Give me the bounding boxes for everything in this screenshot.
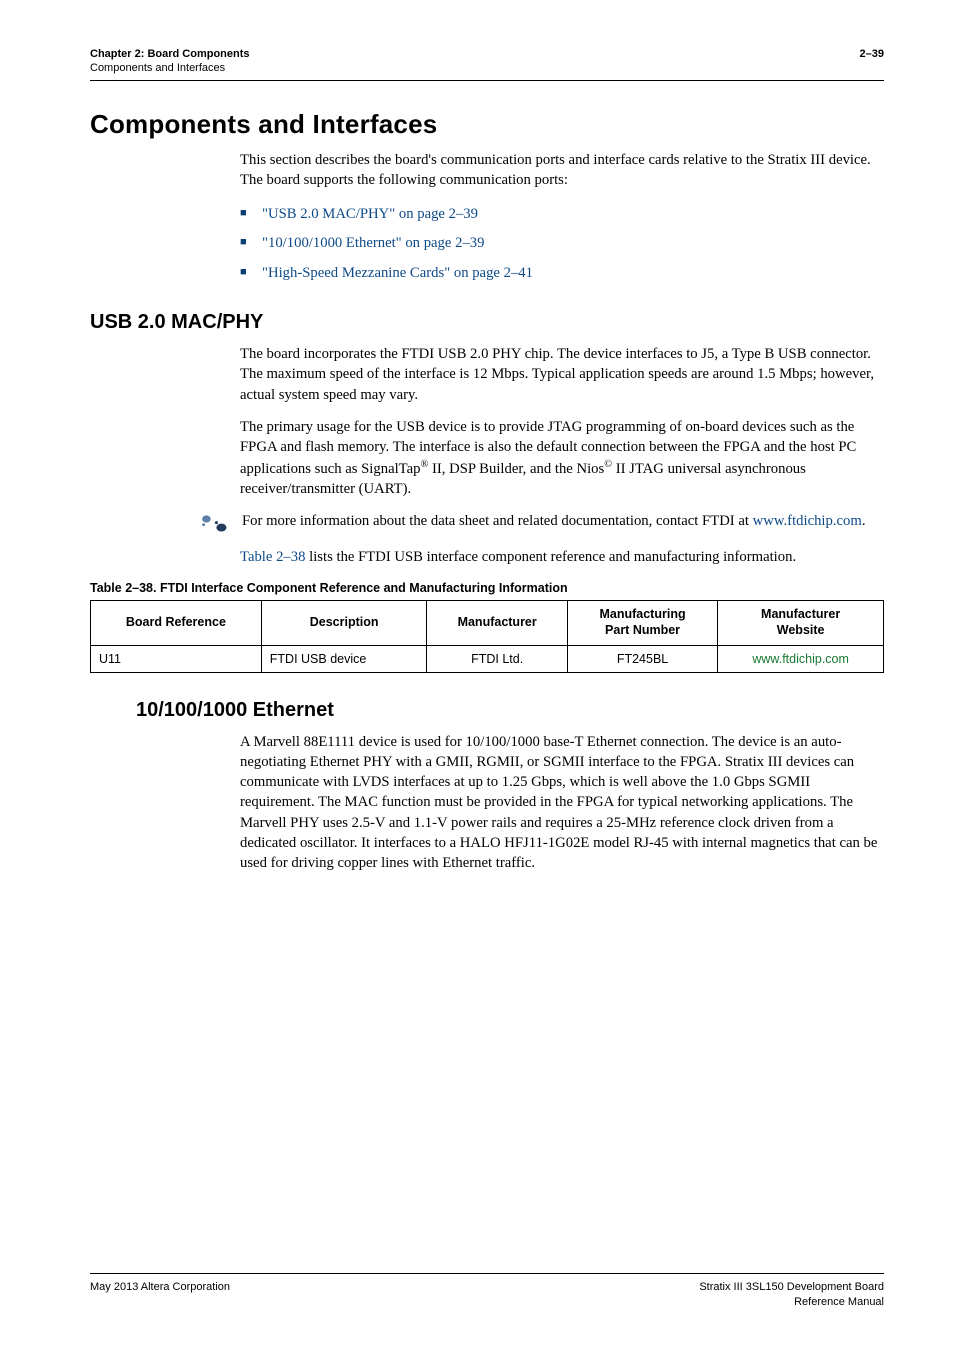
usb-note: For more information about the data shee… xyxy=(242,511,866,531)
section-bullets: "USB 2.0 MAC/PHY" on page 2–39 "10/100/1… xyxy=(240,203,884,286)
table-header-row: Board Reference Description Manufacturer… xyxy=(91,601,884,645)
td-site[interactable]: www.ftdichip.com xyxy=(718,645,884,672)
header-sub: Components and Interfaces xyxy=(90,62,884,74)
section-title: Components and Interfaces xyxy=(90,109,884,140)
footer-right-1: Stratix III 3SL150 Development Board xyxy=(699,1280,884,1295)
page-footer: May 2013 Altera Corporation Stratix III … xyxy=(90,1273,884,1310)
section-intro: This section describes the board's commu… xyxy=(240,150,884,191)
eth-para-1: A Marvell 88E1111 device is used for 10/… xyxy=(240,732,884,874)
th-part: Manufacturing Part Number xyxy=(567,601,717,645)
header-chapter: Chapter 2: Board Components xyxy=(90,48,250,60)
text: . xyxy=(862,513,866,529)
bullet-text: "10/100/1000 Ethernet" on page 2–39 xyxy=(262,235,484,251)
bullet-text: "USB 2.0 MAC/PHY" on page 2–39 xyxy=(262,206,478,222)
th-mfr: Manufacturer xyxy=(427,601,567,645)
text: lists the FTDI USB interface component r… xyxy=(305,549,796,565)
td-ref: U11 xyxy=(91,645,262,672)
walker-icon xyxy=(200,513,230,535)
bullet-link[interactable]: "10/100/1000 Ethernet" on page 2–39 xyxy=(240,232,884,256)
td-site-link[interactable]: www.ftdichip.com xyxy=(752,652,849,666)
table-ref-link[interactable]: Table 2–38 xyxy=(240,549,305,565)
copy-mark: © xyxy=(604,459,612,470)
th-ref: Board Reference xyxy=(91,601,262,645)
bullet-link[interactable]: "USB 2.0 MAC/PHY" on page 2–39 xyxy=(240,203,884,227)
table-row: U11 FTDI USB device FTDI Ltd. FT245BL ww… xyxy=(91,645,884,672)
footer-left: May 2013 Altera Corporation xyxy=(90,1280,230,1310)
usb-table-ref: Table 2–38 lists the FTDI USB interface … xyxy=(240,547,884,567)
table-caption: Table 2–38. FTDI Interface Component Ref… xyxy=(90,581,884,595)
th-site: Manufacturer Website xyxy=(718,601,884,645)
text: II, DSP Builder, and the Nios xyxy=(428,460,604,476)
bullet-text: "High-Speed Mezzanine Cards" on page 2–4… xyxy=(262,265,533,281)
usb-para-2: The primary usage for the USB device is … xyxy=(240,417,884,499)
td-desc: FTDI USB device xyxy=(261,645,427,672)
text: For more information about the data shee… xyxy=(242,513,753,529)
ftdi-table: Board Reference Description Manufacturer… xyxy=(90,600,884,672)
bullet-link[interactable]: "High-Speed Mezzanine Cards" on page 2–4… xyxy=(240,262,884,286)
ftdi-link[interactable]: www.ftdichip.com xyxy=(753,513,862,529)
usb-para-1: The board incorporates the FTDI USB 2.0 … xyxy=(240,344,884,405)
td-part: FT245BL xyxy=(567,645,717,672)
header-rule xyxy=(90,80,884,81)
footer-right-2: Reference Manual xyxy=(699,1295,884,1310)
usb-title: USB 2.0 MAC/PHY xyxy=(90,311,884,334)
th-desc: Description xyxy=(261,601,427,645)
header-page: 2–39 xyxy=(860,48,884,60)
eth-title: 10/100/1000 Ethernet xyxy=(136,699,884,722)
td-mfr: FTDI Ltd. xyxy=(427,645,567,672)
